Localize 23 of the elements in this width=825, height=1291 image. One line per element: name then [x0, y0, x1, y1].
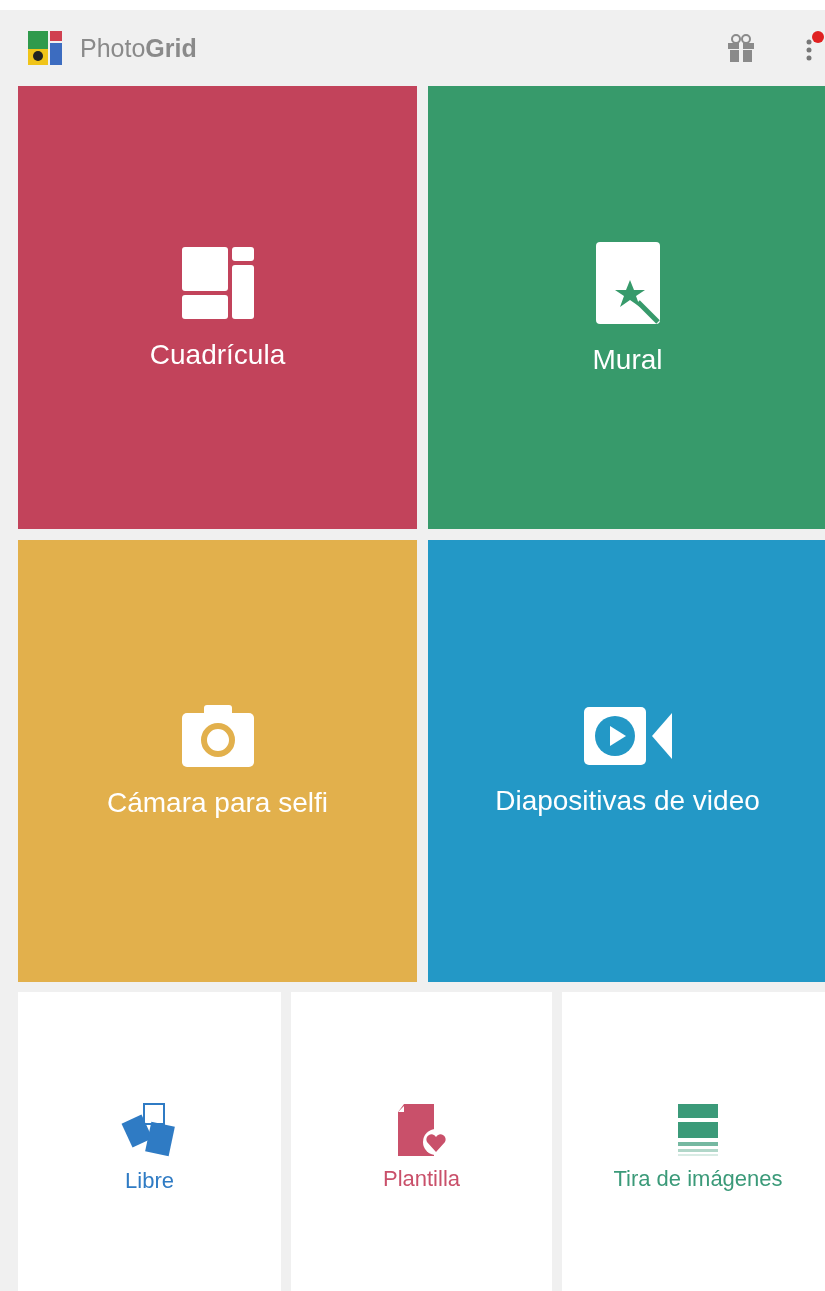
feature-tile[interactable]: Cuadrícula [18, 86, 417, 529]
gift-icon[interactable] [726, 33, 756, 63]
tile-label: Diapositivas de video [495, 785, 760, 817]
grid-layout-icon [179, 244, 256, 321]
app-title: PhotoGrid [80, 33, 197, 63]
feature-tile[interactable]: Diapositivas de video [428, 540, 825, 982]
mode-label: Plantilla [382, 1165, 460, 1192]
image-strip-icon [676, 1101, 720, 1158]
tile-label: Mural [592, 343, 663, 376]
mode-label: Tira de imágenes [613, 1165, 783, 1192]
tile-label: Cuadrícula [149, 338, 286, 371]
feature-tile[interactable]: Mural [428, 86, 825, 529]
more-menu-icon[interactable] [805, 30, 825, 62]
video-camera-icon [581, 705, 674, 767]
camera-icon [179, 703, 256, 769]
mode-card[interactable]: Tira de imágenes [562, 992, 825, 1291]
tile-label: Cámara para selfi [107, 787, 328, 819]
feature-tile[interactable]: Cámara para selfi [18, 540, 417, 982]
mode-card[interactable]: Plantilla [291, 992, 552, 1291]
mode-label: Libre [125, 1167, 174, 1194]
magic-wand-page-icon [593, 239, 662, 326]
app-logo-icon [28, 31, 62, 65]
mode-card[interactable]: Libre [18, 992, 281, 1291]
